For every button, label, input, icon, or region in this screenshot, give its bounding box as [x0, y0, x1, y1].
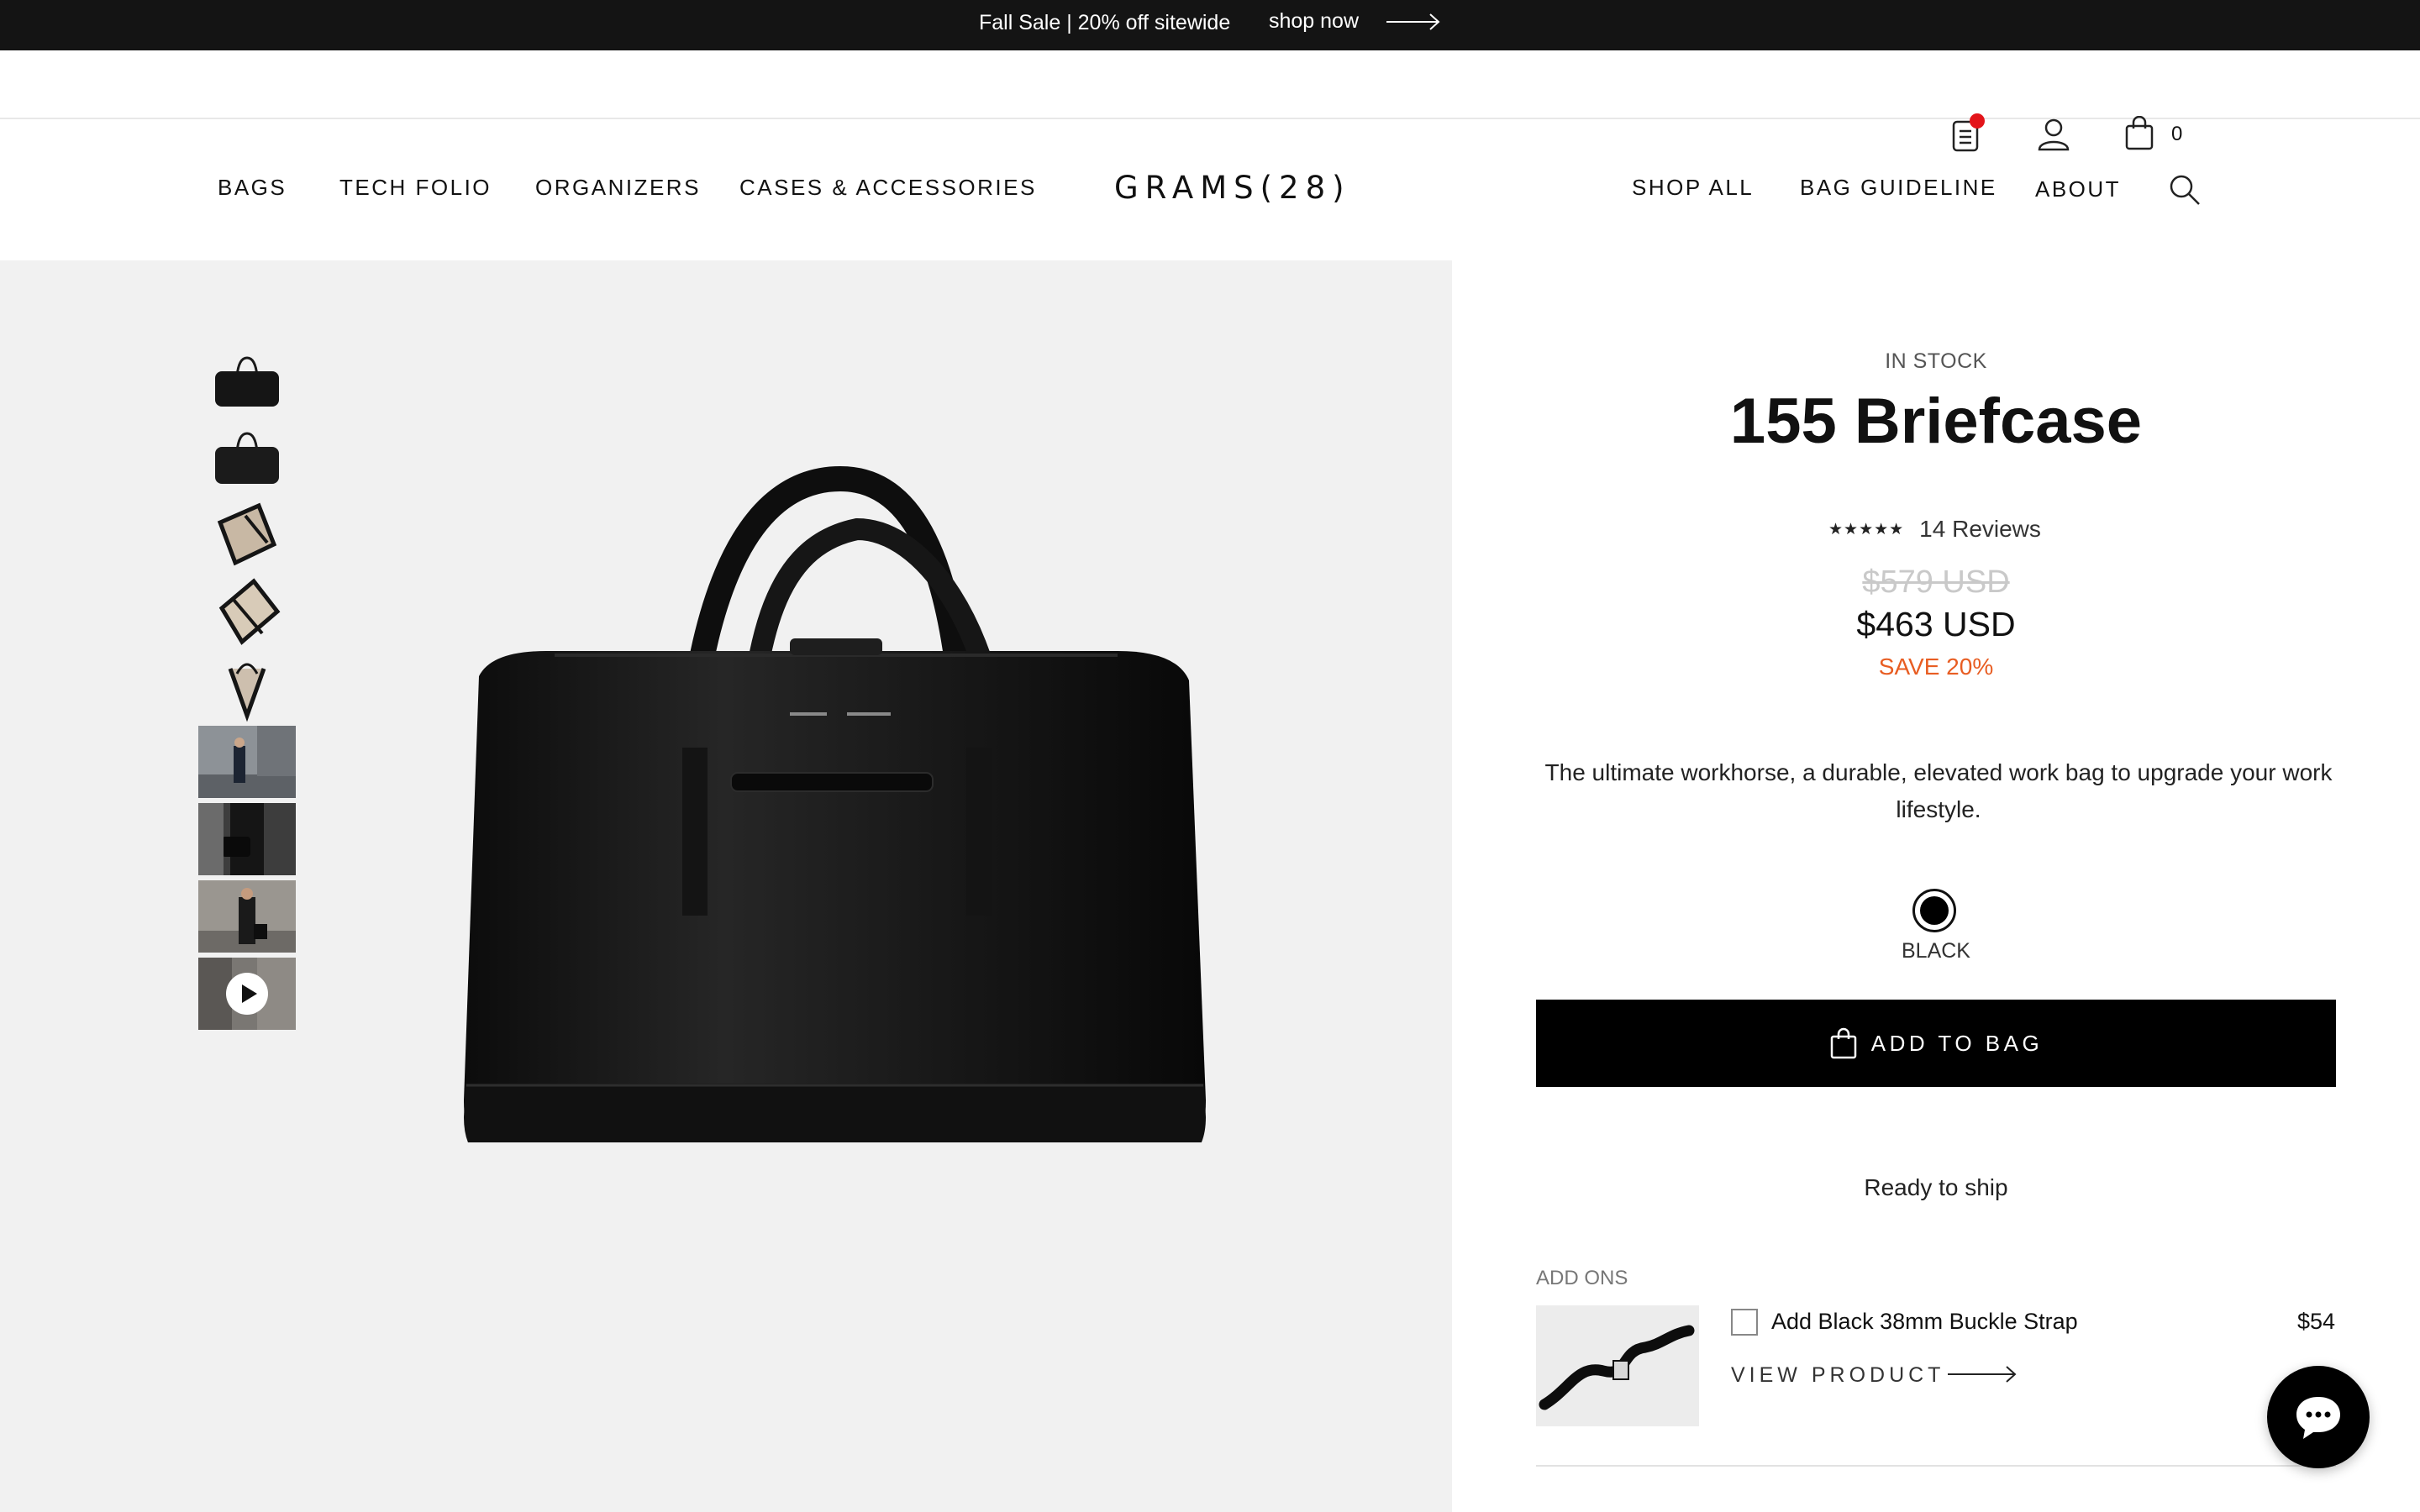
view-product-link[interactable]: VIEW PRODUCT [1731, 1363, 1944, 1388]
thumbnail-1[interactable] [212, 343, 282, 413]
chat-bubble-icon [2296, 1397, 2340, 1439]
color-label: BLACK [1902, 939, 1970, 963]
announcement-bar: Fall Sale | 20% off sitewide shop now [0, 0, 2420, 50]
add-to-bag-button[interactable]: ADD TO BAG [1536, 1000, 2336, 1087]
brand-logo[interactable]: GRAMS(28) [1114, 170, 1351, 206]
addons-heading: ADD ONS [1536, 1267, 1628, 1289]
nav-tech-folio[interactable]: TECH FOLIO [339, 175, 492, 201]
arrow-right-icon[interactable] [1386, 12, 1440, 32]
savings-badge: SAVE 20% [1878, 654, 1994, 680]
main-navigation: BAGS TECH FOLIO ORGANIZERS CASES & ACCES… [0, 119, 2420, 260]
product-gallery [0, 260, 1452, 1512]
arrow-right-icon[interactable] [1948, 1364, 2017, 1384]
add-to-bag-label: ADD TO BAG [1870, 1030, 2044, 1056]
thumbnail-7[interactable] [198, 803, 296, 875]
color-swatch-black[interactable] [1912, 889, 1956, 932]
product-title: 155 Briefcase [1729, 386, 2143, 457]
addon-name[interactable]: Add Black 38mm Buckle Strap [1771, 1309, 2078, 1335]
shipping-status: Ready to ship [1864, 1174, 2008, 1200]
nav-about[interactable]: ABOUT [2035, 176, 2121, 202]
product-rating[interactable]: ★★★★★ 14 Reviews [1828, 516, 2041, 543]
thumbnail-4[interactable] [212, 575, 282, 645]
addon-price: $54 [2297, 1309, 2336, 1334]
thumbnail-3[interactable] [212, 497, 282, 568]
nav-cases-accessories[interactable]: CASES & ACCESSORIES [739, 175, 1037, 201]
original-price: $579 USD [1862, 564, 2010, 600]
star-rating-icon: ★★★★★ [1828, 520, 1905, 538]
thumbnail-8[interactable] [198, 880, 296, 953]
addon-strap-image[interactable] [1536, 1305, 1699, 1426]
chat-button[interactable] [2267, 1366, 2370, 1468]
thumbnail-2[interactable] [212, 420, 282, 491]
thumbnail-6[interactable] [198, 726, 296, 798]
product-description: The ultimate workhorse, a durable, eleva… [1544, 759, 2333, 822]
thumbnail-5[interactable] [212, 652, 282, 722]
shop-now-link[interactable]: shop now [1269, 9, 1359, 34]
nav-bag-guideline[interactable]: BAG GUIDELINE [1800, 175, 1997, 201]
thumbnail-video[interactable] [198, 958, 296, 1030]
sale-price: $463 USD [1856, 605, 2016, 643]
announcement-message: Fall Sale | 20% off sitewide [979, 11, 1231, 34]
nav-bags[interactable]: BAGS [218, 175, 287, 201]
nav-shop-all[interactable]: SHOP ALL [1632, 175, 1754, 201]
play-icon[interactable] [225, 972, 269, 1016]
nav-organizers[interactable]: ORGANIZERS [535, 175, 701, 201]
utility-bar: 0 [0, 50, 2420, 152]
stock-status: IN STOCK [1885, 349, 1987, 373]
shopping-bag-icon [1830, 1027, 1857, 1059]
reviews-link[interactable]: 14 Reviews [1919, 516, 2041, 543]
search-icon[interactable] [2168, 173, 2202, 207]
product-main-image[interactable] [420, 361, 1244, 1142]
addon-checkbox[interactable] [1731, 1309, 1758, 1336]
product-info: IN STOCK 155 Briefcase ★★★★★ 14 Reviews … [1452, 260, 2420, 1512]
section-divider [1536, 1465, 2336, 1467]
